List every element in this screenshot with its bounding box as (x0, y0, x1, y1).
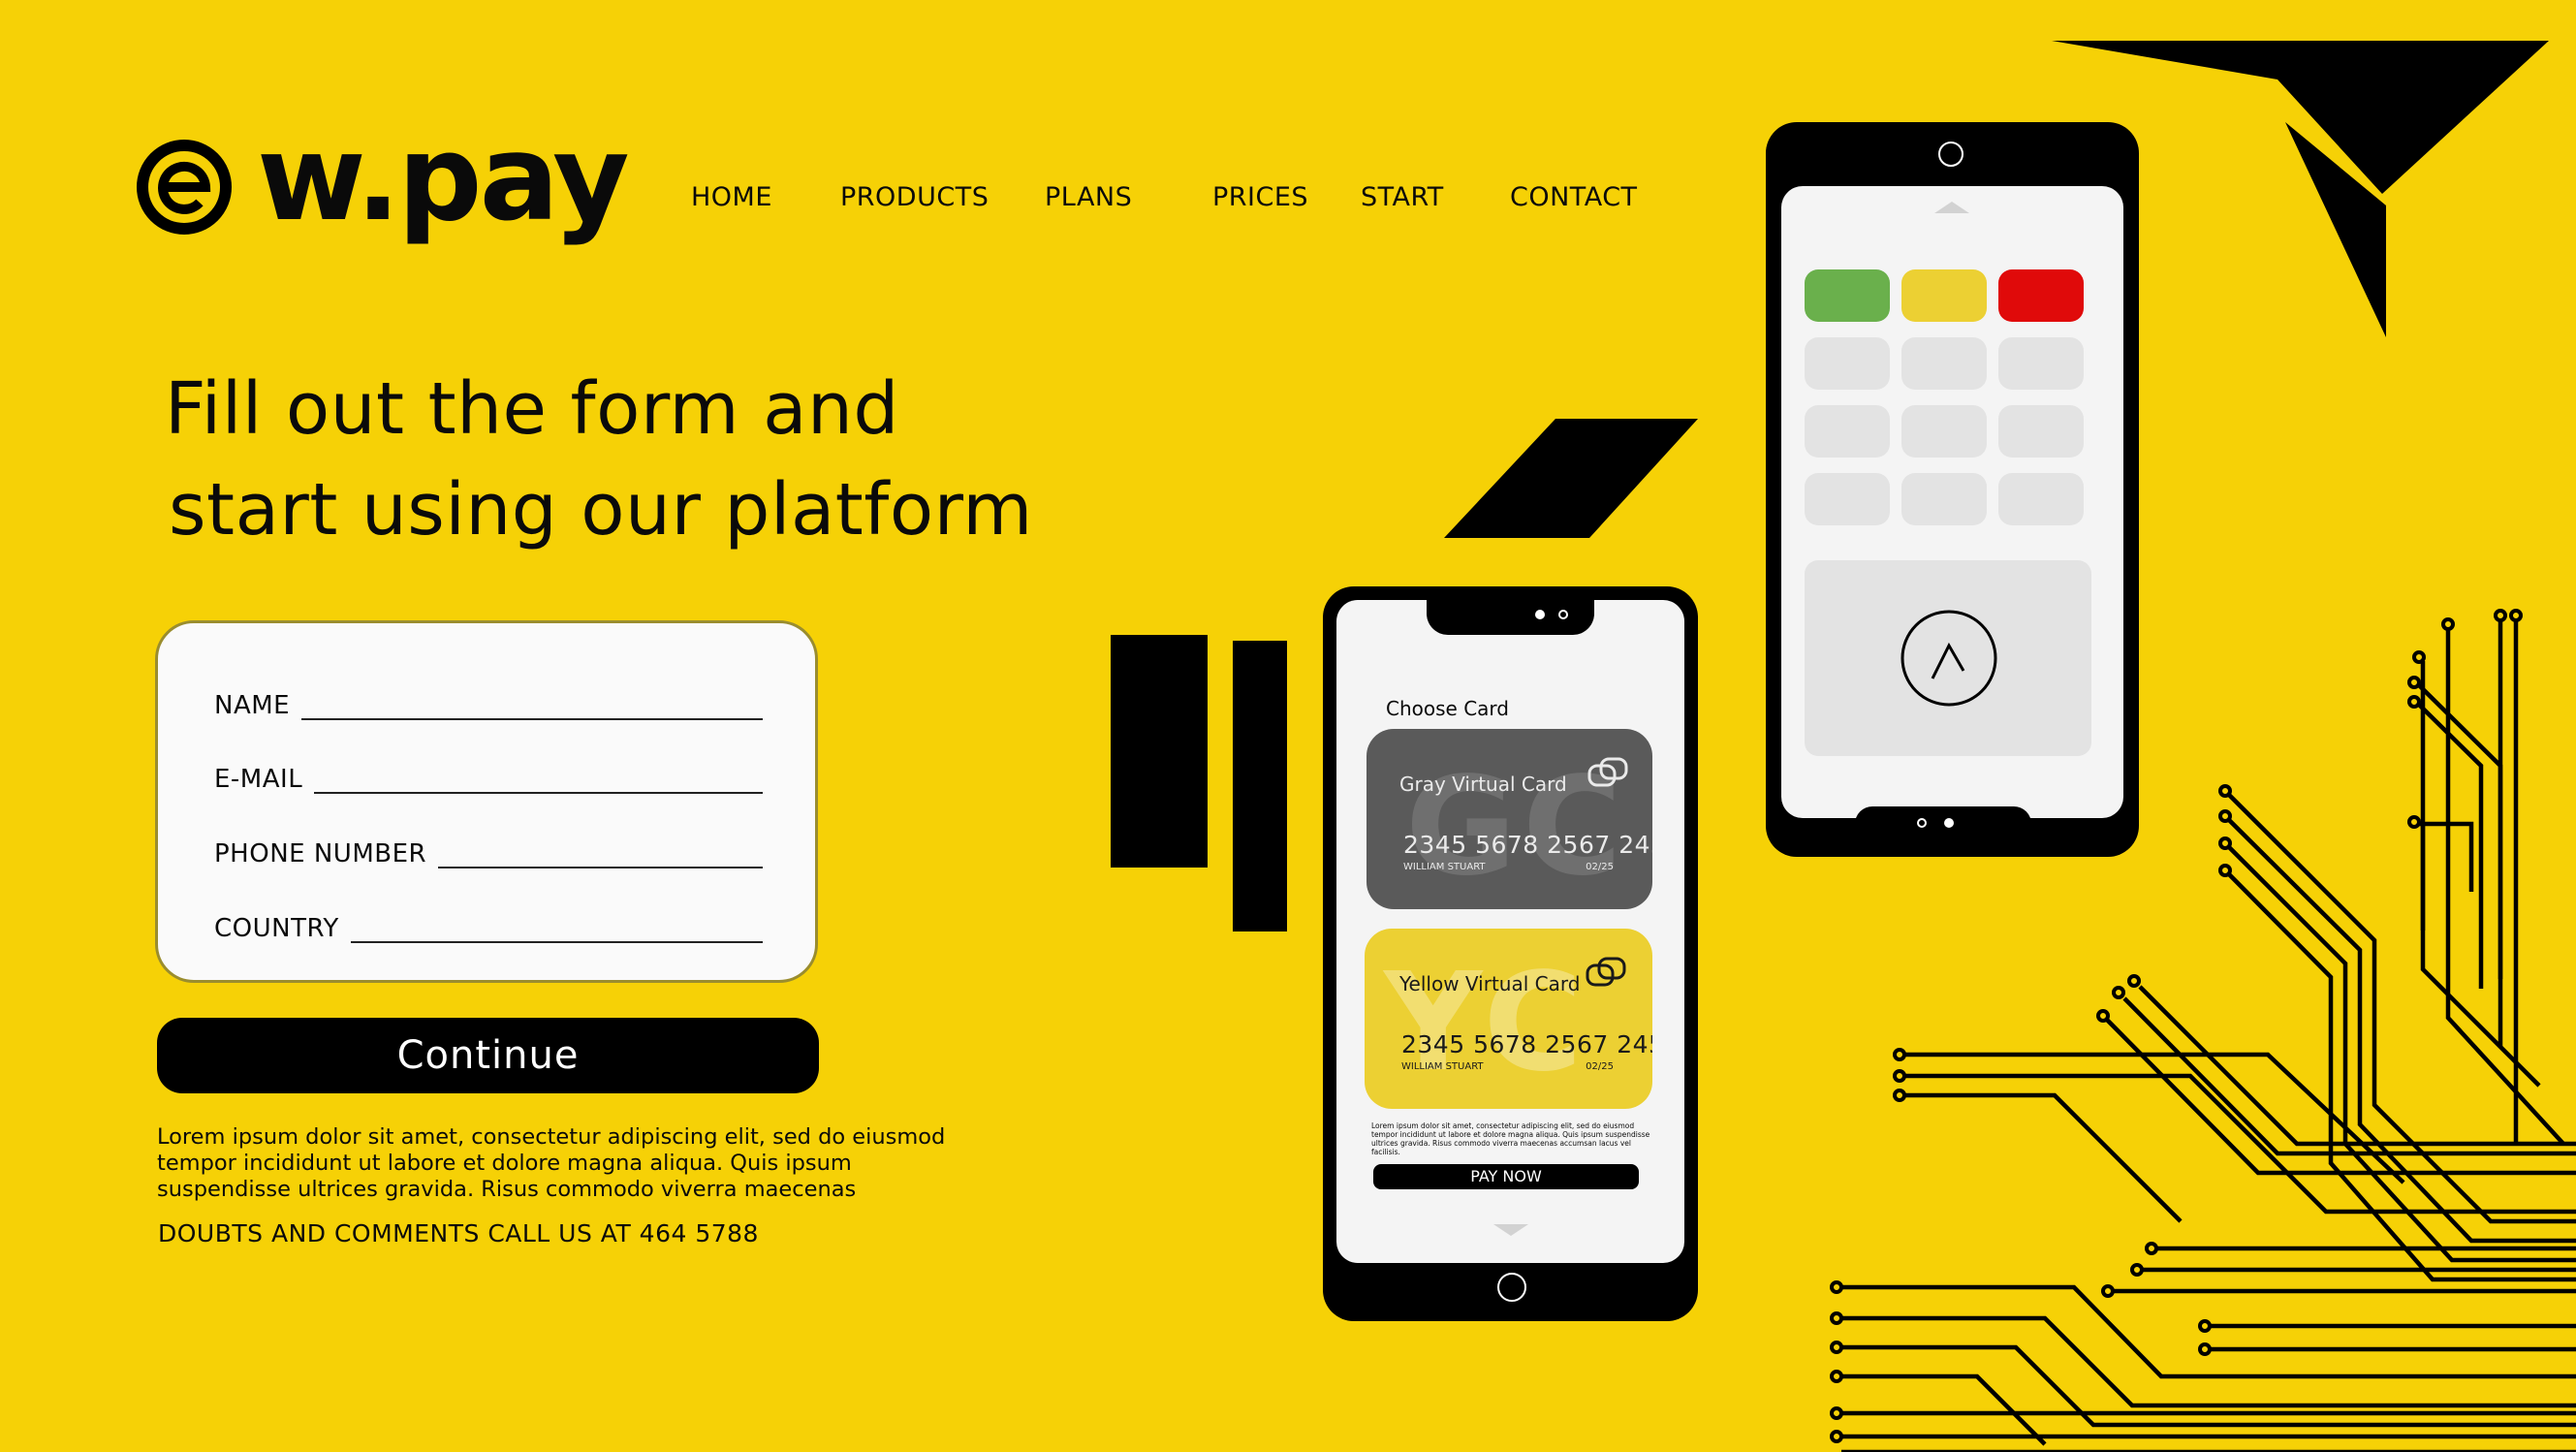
chevron-down-icon (1493, 1224, 1528, 1236)
key-9[interactable] (1998, 473, 2084, 525)
key-2[interactable] (1901, 337, 1987, 390)
choose-card-heading: Choose Card (1386, 697, 1509, 720)
card-title: Yellow Virtual Card (1399, 972, 1581, 995)
key-1[interactable] (1805, 337, 1890, 390)
status-key-red[interactable] (1998, 269, 2084, 322)
card-number: 2345 5678 2567 2450 (1403, 831, 1652, 859)
chevron-up-icon (1934, 202, 1969, 213)
pay-now-button[interactable]: PAY NOW (1373, 1164, 1639, 1189)
gray-virtual-card[interactable]: GC Gray Virtual Card 2345 5678 2567 2450… (1367, 729, 1652, 909)
card-holder: WILLIAM STUART (1403, 862, 1486, 872)
deco-bar-2 (1233, 641, 1287, 931)
status-key-yellow[interactable] (1901, 269, 1987, 322)
camera-dot (1535, 610, 1545, 619)
cards-screen: Choose Card GC Gray Virtual Card 2345 56… (1336, 596, 1684, 1263)
home-button[interactable] (1497, 1273, 1526, 1302)
chevron-up-circle-icon (1901, 610, 1997, 707)
phone-keypad (1766, 122, 2139, 857)
action-panel[interactable] (1805, 560, 2091, 756)
card-number: 2345 5678 2567 2450 (1401, 1030, 1652, 1058)
card-holder: WILLIAM STUART (1401, 1061, 1484, 1072)
indicator-dot (1917, 818, 1927, 828)
key-3[interactable] (1998, 337, 2084, 390)
bottom-notch (1855, 806, 2031, 841)
deco-bar-1 (1111, 635, 1208, 868)
sensor-dot (1558, 610, 1568, 619)
indicator-dot-active (1944, 818, 1954, 828)
front-camera (1938, 142, 1963, 167)
key-7[interactable] (1805, 473, 1890, 525)
key-5[interactable] (1901, 405, 1987, 458)
key-8[interactable] (1901, 473, 1987, 525)
yellow-virtual-card[interactable]: YC Yellow Virtual Card 2345 5678 2567 24… (1365, 929, 1652, 1109)
payment-fine-print: Lorem ipsum dolor sit amet, consectetur … (1371, 1121, 1650, 1156)
deco-parallelogram (1444, 419, 1698, 538)
key-4[interactable] (1805, 405, 1890, 458)
contactless-icon (1587, 757, 1628, 787)
card-watermark: YC (1384, 944, 1589, 1102)
top-notch (1427, 596, 1594, 635)
phone-cards: Choose Card GC Gray Virtual Card 2345 56… (1323, 586, 1698, 1321)
contactless-icon (1586, 957, 1626, 987)
keypad-screen (1781, 186, 2123, 818)
key-6[interactable] (1998, 405, 2084, 458)
card-expiry: 02/25 (1586, 862, 1614, 872)
card-title: Gray Virtual Card (1399, 773, 1567, 796)
status-key-green[interactable] (1805, 269, 1890, 322)
card-expiry: 02/25 (1586, 1061, 1614, 1072)
